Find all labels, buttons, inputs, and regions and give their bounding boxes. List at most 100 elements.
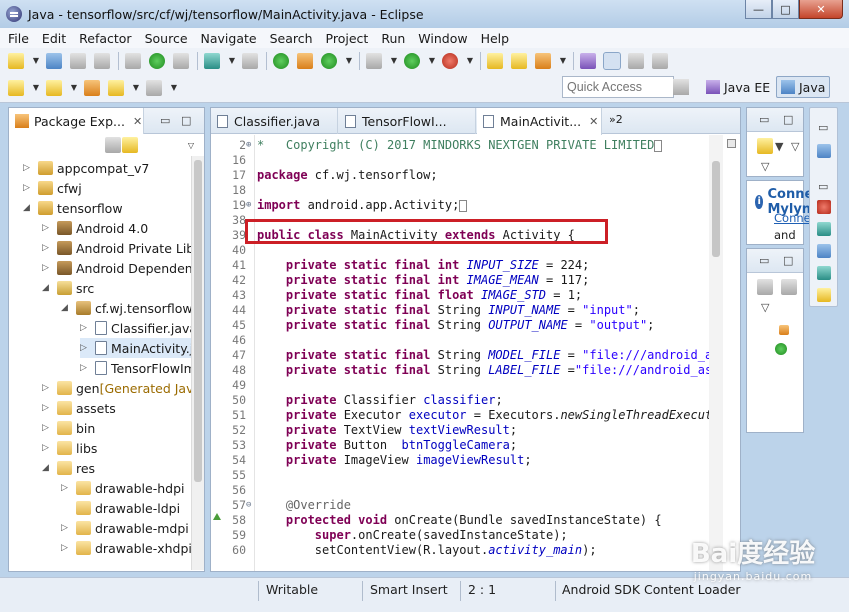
perspective-java[interactable]: Java (776, 76, 831, 98)
collapsed-arrow-icon[interactable]: ▷ (42, 263, 52, 273)
tree-item[interactable]: ▷ appcompat_v7 (23, 158, 149, 178)
tree-item[interactable]: ◢ cf.wj.tensorflow (61, 298, 191, 318)
tree-item[interactable]: ▷ assets (42, 398, 116, 418)
declaration-icon[interactable] (817, 244, 831, 258)
tree-item[interactable]: ◢ res (42, 458, 95, 478)
code-line[interactable]: 59 super.onCreate(savedInstanceState); (211, 528, 709, 543)
new-dropdown-icon[interactable]: ▼ (32, 53, 40, 69)
code-line[interactable]: 44 private static final String INPUT_NAM… (211, 303, 709, 318)
scrollbar-thumb[interactable] (712, 161, 720, 257)
forward-icon[interactable] (146, 79, 162, 96)
link-with-editor-icon[interactable] (122, 137, 138, 153)
collapsed-arrow-icon[interactable]: ▷ (42, 243, 52, 253)
collapsed-arrow-icon[interactable]: ▷ (23, 183, 33, 193)
menu-edit[interactable]: Edit (42, 31, 66, 46)
tree-item[interactable]: ▷ MainActivity.java (80, 338, 191, 358)
refresh-dropdown-icon[interactable]: ▼ (345, 53, 353, 69)
tree-item[interactable]: ▷ Classifier.java (80, 318, 191, 338)
sdk-manager-icon[interactable] (125, 53, 141, 69)
view-menu-icon[interactable]: ▽ (187, 138, 195, 154)
tree-item[interactable]: ▷ drawable-hdpi (61, 478, 185, 498)
avd-manager-icon[interactable] (149, 53, 165, 69)
lint-icon[interactable] (173, 53, 189, 69)
open-type-icon[interactable] (487, 53, 503, 69)
code-line[interactable]: 55 (211, 468, 709, 483)
code-line[interactable]: 60 setContentView(R.layout.activity_main… (211, 543, 709, 558)
expand-fold-icon[interactable]: ⊕ (246, 138, 255, 153)
code-line[interactable]: 46 (211, 333, 709, 348)
package-explorer-scrollbar[interactable] (191, 156, 204, 570)
previous-annotation-dropdown-icon[interactable]: ▼ (70, 80, 78, 96)
overview-marker[interactable] (727, 139, 736, 148)
expand-fold-icon[interactable]: ⊕ (246, 198, 255, 213)
toggle-highlight-icon[interactable] (603, 52, 621, 70)
code-line[interactable]: 53 private Button btnToggleCamera; (211, 438, 709, 453)
next-annotation-icon[interactable] (8, 79, 24, 96)
expanded-arrow-icon[interactable]: ◢ (61, 303, 71, 313)
outline-filter-icon[interactable] (757, 279, 773, 295)
tab-main-activity[interactable]: MainActivit... ✕ (477, 108, 602, 135)
code-area[interactable]: 2 ⊕ * Copyright (C) 2017 MINDORKS NEXTGEN … (211, 135, 709, 571)
code-line[interactable]: 40 (211, 243, 709, 258)
maximize-button[interactable]: □ (772, 0, 799, 19)
code-line[interactable]: 19 ⊕ import android.app.Activity; (211, 198, 709, 213)
maximize-view-icon[interactable]: □ (783, 113, 793, 126)
code-line[interactable]: 45 private static final String OUTPUT_NA… (211, 318, 709, 333)
task-options-icon[interactable]: ▽ (791, 140, 799, 153)
code-line[interactable]: 47 private static final String MODEL_FIL… (211, 348, 709, 363)
tree-item[interactable]: ▷ drawable-mdpi (61, 518, 189, 538)
back-dropdown-icon[interactable]: ▼ (132, 80, 140, 96)
last-edit-location-icon[interactable] (84, 79, 100, 96)
open-task-icon[interactable] (511, 53, 527, 69)
tree-item[interactable]: ◢ src (42, 278, 94, 298)
collapsed-arrow-icon[interactable]: ▷ (23, 163, 33, 173)
close-icon[interactable]: ✕ (133, 115, 142, 128)
new-android-project-icon[interactable] (273, 53, 289, 69)
menu-navigate[interactable]: Navigate (201, 31, 257, 46)
new-icon[interactable] (8, 53, 24, 69)
code-line[interactable]: 57 ⊖ @Override (211, 498, 709, 513)
menu-source[interactable]: Source (145, 31, 188, 46)
tree-item[interactable]: ▷ gen [Generated Java Files] (42, 378, 191, 398)
minimize-view-icon[interactable]: ▭ (160, 114, 170, 127)
more-tabs-button[interactable]: »2 (609, 113, 623, 126)
save-all-icon[interactable] (70, 53, 86, 69)
code-line[interactable]: 50 private Classifier classifier; (211, 393, 709, 408)
block-selection-icon[interactable] (628, 53, 644, 69)
new-task-icon[interactable] (757, 138, 773, 154)
collapsed-arrow-icon[interactable]: ▷ (80, 343, 90, 353)
maximize-view-icon[interactable]: □ (783, 254, 793, 267)
close-icon[interactable]: ✕ (589, 115, 598, 128)
save-icon[interactable] (46, 53, 62, 69)
menu-project[interactable]: Project (326, 31, 369, 46)
previous-annotation-icon[interactable] (46, 79, 62, 96)
tree-item[interactable]: ▷ Android 4.0 (42, 218, 148, 238)
tree-item[interactable]: ▷ bin (42, 418, 95, 438)
console-icon[interactable] (817, 266, 831, 280)
code-line[interactable]: 42 private static final int IMAGE_MEAN =… (211, 273, 709, 288)
code-line[interactable]: 2 ⊕ * Copyright (C) 2017 MINDORKS NEXTGEN … (211, 138, 709, 153)
view-menu-icon[interactable]: ▽ (761, 160, 769, 173)
restore-icon[interactable]: ▭ (818, 180, 828, 193)
new-class-icon[interactable] (297, 53, 313, 69)
code-line[interactable]: 16 (211, 153, 709, 168)
toggle-mark-occurrences-icon[interactable] (580, 53, 596, 69)
collapse-all-icon[interactable] (105, 137, 121, 153)
expanded-arrow-icon[interactable]: ◢ (42, 283, 52, 293)
refresh-icon[interactable] (321, 53, 337, 69)
check-dropdown-icon[interactable]: ▼ (228, 53, 236, 69)
collapsed-arrow-icon[interactable]: ▷ (61, 523, 71, 533)
code-line[interactable]: 43 private static final float IMAGE_STD … (211, 288, 709, 303)
tab-classifier-java[interactable]: Classifier.java (211, 108, 338, 134)
debug-dropdown-icon[interactable]: ▼ (390, 53, 398, 69)
forward-dropdown-icon[interactable]: ▼ (170, 80, 178, 96)
expanded-arrow-icon[interactable]: ◢ (42, 463, 52, 473)
outline-sort-icon[interactable] (781, 279, 797, 295)
tree-item[interactable]: ▷ TensorFlowImageClassifier.java (80, 358, 191, 378)
collapsed-arrow-icon[interactable]: ▷ (80, 363, 90, 373)
run-dropdown-icon[interactable]: ▼ (428, 53, 436, 69)
external-tools-dropdown-icon[interactable]: ▼ (466, 53, 474, 69)
collapsed-arrow-icon[interactable]: ▷ (80, 323, 90, 333)
tab-tensorflow-classifier[interactable]: TensorFlowI... (339, 108, 476, 134)
tree-item[interactable]: ▷ cfwj (23, 178, 82, 198)
